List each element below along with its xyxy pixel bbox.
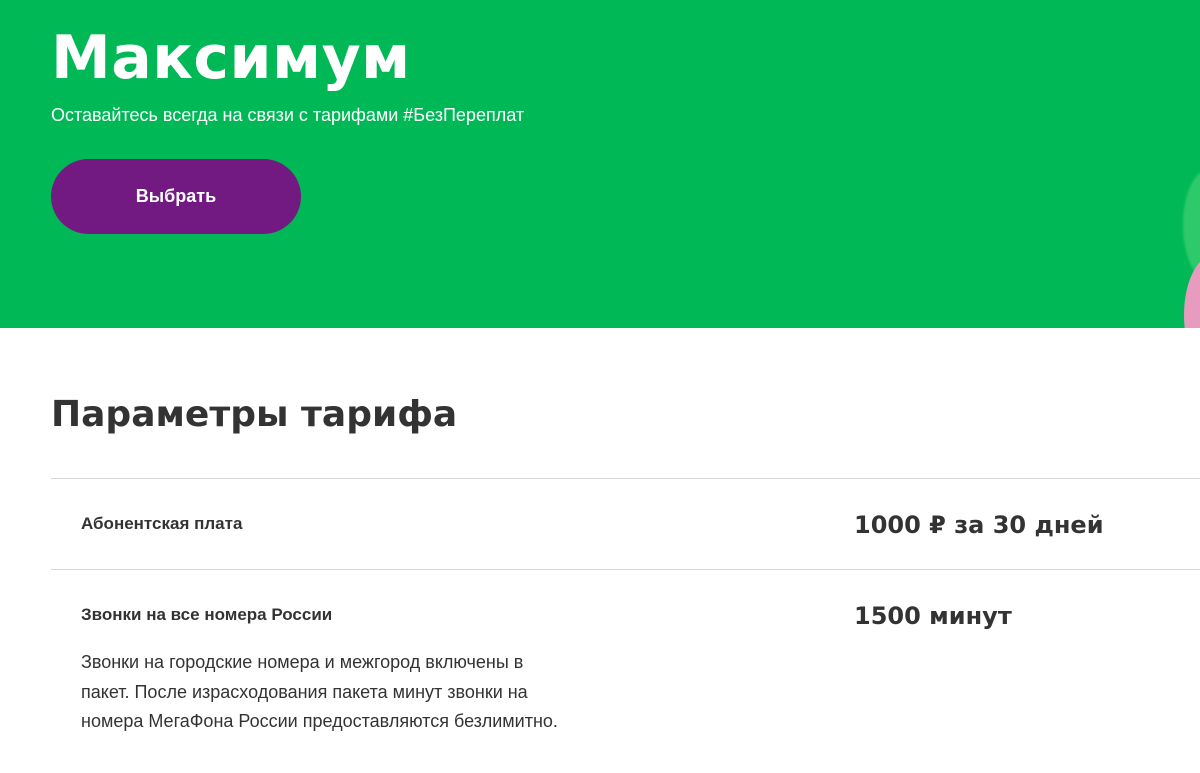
- param-label-fee: Абонентская плата: [81, 514, 243, 533]
- choose-button[interactable]: Выбрать: [51, 159, 301, 234]
- hero-banner: Максимум Оставайтесь всегда на связи с т…: [0, 0, 1200, 328]
- tariff-title: Максимум: [51, 23, 411, 93]
- section-title: Параметры тарифа: [51, 394, 458, 435]
- param-value-calls: 1500 минут: [854, 602, 1012, 630]
- param-label-calls: Звонки на все номера России: [81, 605, 333, 624]
- param-value-fee: 1000 ₽ за 30 дней: [854, 511, 1104, 539]
- divider: [51, 569, 1200, 570]
- tariff-subtitle: Оставайтесь всегда на связи с тарифами #…: [51, 105, 525, 125]
- param-description-calls: Звонки на городские номера и межгород вк…: [81, 652, 558, 731]
- divider: [51, 478, 1200, 479]
